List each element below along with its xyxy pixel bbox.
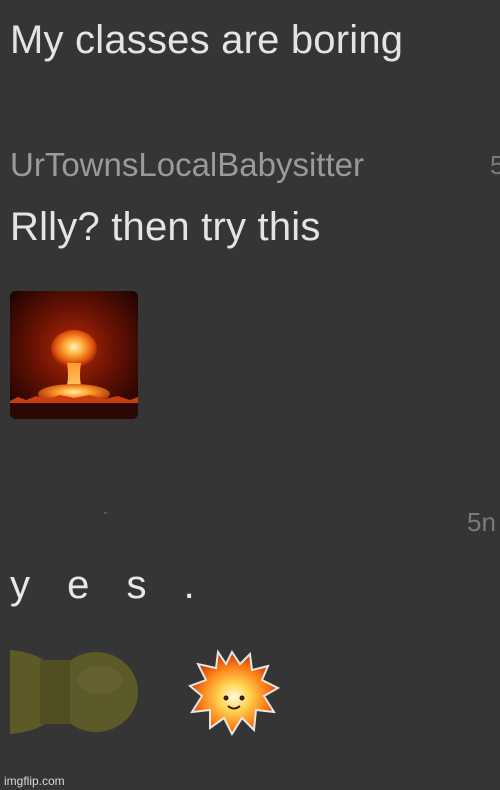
reply-text: Rlly? then try this <box>10 205 321 249</box>
reply2-text: y e s . <box>10 563 208 607</box>
nuclear-explosion-image[interactable] <box>10 291 138 419</box>
reply-username[interactable]: UrTownsLocalBabysitter <box>10 146 364 184</box>
post-text: My classes are boring <box>10 18 404 62</box>
bomb-sticker[interactable] <box>8 650 140 734</box>
imgflip-watermark: imgflip.com <box>4 774 65 788</box>
username-remnant <box>104 512 107 514</box>
reply-timestamp: 5 <box>490 150 500 180</box>
reply2-timestamp: 5n <box>467 507 496 537</box>
explosion-face-sticker[interactable] <box>188 648 280 738</box>
